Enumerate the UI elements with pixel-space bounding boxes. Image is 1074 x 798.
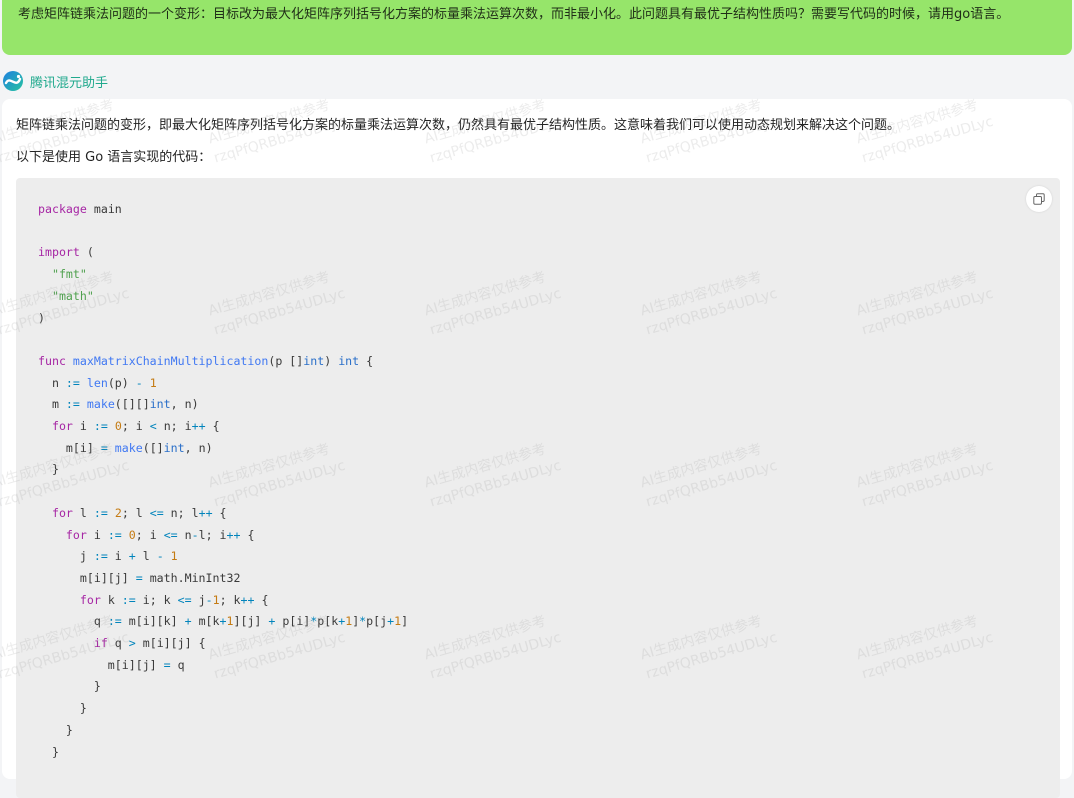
code-content: package main import ( "fmt" "math" ) fun… — [38, 202, 409, 759]
user-message-bubble: 考虑矩阵链乘法问题的一个变形：目标改为最大化矩阵序列括号化方案的标量乘法运算次数… — [2, 0, 1072, 55]
copy-code-button[interactable] — [1026, 186, 1052, 212]
assistant-header: 腾讯混元助手 — [2, 69, 108, 93]
answer-paragraph: 矩阵链乘法问题的变形，即最大化矩阵序列括号化方案的标量乘法运算次数，仍然具有最优… — [16, 118, 901, 133]
code-block: package main import ( "fmt" "math" ) fun… — [16, 178, 1060, 798]
user-message-text: 考虑矩阵链乘法问题的一个变形：目标改为最大化矩阵序列括号化方案的标量乘法运算次数… — [18, 7, 1010, 22]
assistant-answer-card: 矩阵链乘法问题的变形，即最大化矩阵序列括号化方案的标量乘法运算次数，仍然具有最优… — [2, 99, 1072, 798]
hunyuan-logo-icon — [3, 71, 23, 91]
answer-paragraph: 以下是使用 Go 语言实现的代码： — [16, 150, 212, 165]
assistant-name: 腾讯混元助手 — [30, 75, 109, 91]
copy-icon — [1033, 193, 1045, 205]
